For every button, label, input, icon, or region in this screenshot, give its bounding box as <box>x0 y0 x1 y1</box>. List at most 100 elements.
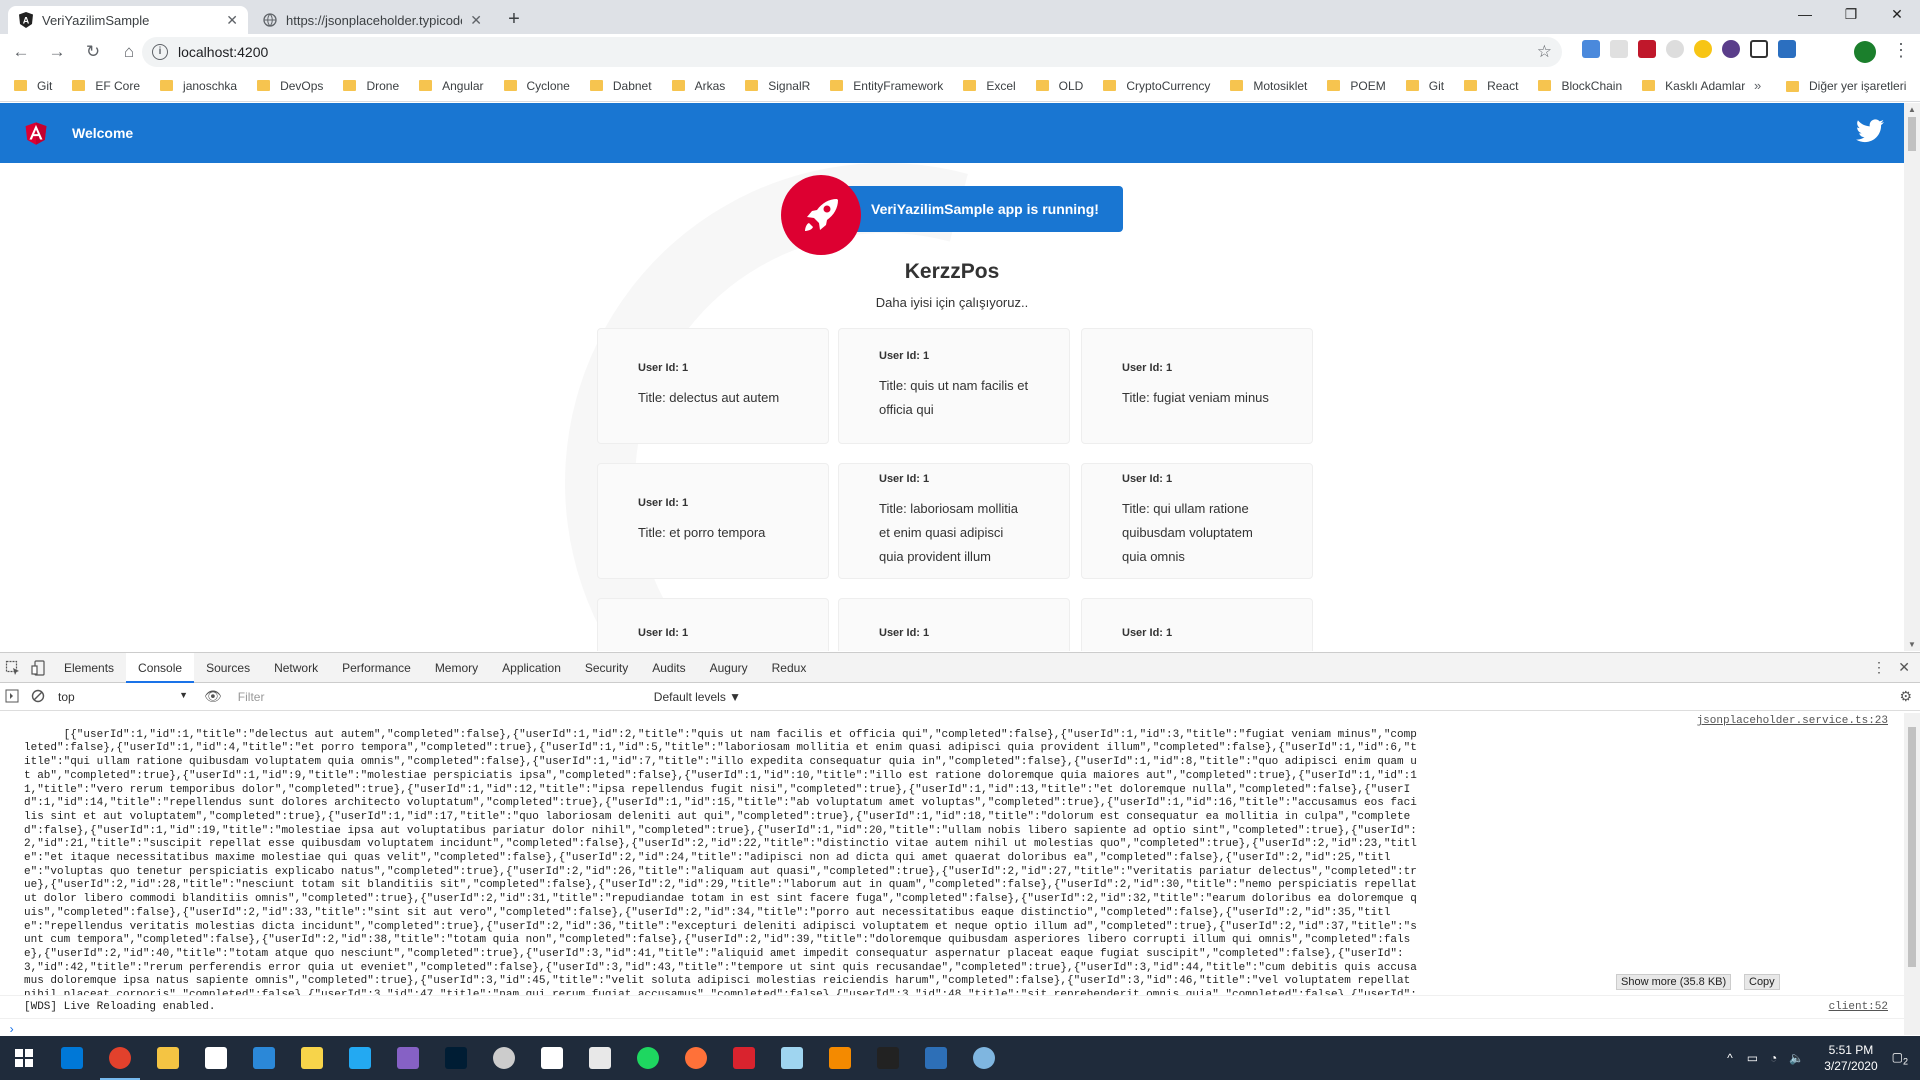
wifi-icon[interactable]: ◔ <box>1770 1051 1777 1065</box>
powershell-icon[interactable] <box>912 1036 960 1080</box>
bookmark-item[interactable]: DevOps <box>257 79 323 93</box>
file-explorer-icon[interactable] <box>144 1036 192 1080</box>
devtools-tab-elements[interactable]: Elements <box>52 653 126 683</box>
extension-icon[interactable] <box>1666 40 1684 58</box>
browser-tab-active[interactable]: A VeriYazilimSample ✕ <box>8 6 248 34</box>
device-toolbar-icon[interactable] <box>31 659 47 676</box>
redux-extension-icon[interactable] <box>1722 40 1740 58</box>
settings-gear-icon[interactable]: ⚙ <box>1899 688 1912 705</box>
devtools-close-icon[interactable]: ✕ <box>1898 659 1910 676</box>
log-source-link[interactable]: client:52 <box>1829 1000 1888 1014</box>
extension-icon[interactable] <box>1694 40 1712 58</box>
bookmark-item[interactable]: EF Core <box>72 79 140 93</box>
system-clock[interactable]: 5:51 PM 3/27/2020 <box>1824 1042 1877 1074</box>
spotify-icon[interactable] <box>624 1036 672 1080</box>
page-scrollbar[interactable]: ▲ ▼ <box>1904 103 1920 651</box>
volume-icon[interactable]: 🔈 <box>1789 1051 1804 1065</box>
devtools-tab-sources[interactable]: Sources <box>194 653 262 683</box>
devtools-tab-redux[interactable]: Redux <box>760 653 819 683</box>
console-scrollbar[interactable] <box>1904 713 1920 1035</box>
chat-icon[interactable] <box>576 1036 624 1080</box>
document-icon[interactable] <box>528 1036 576 1080</box>
clear-console-icon[interactable] <box>31 689 47 705</box>
translate-extension-icon[interactable] <box>1582 40 1600 58</box>
bookmark-item[interactable]: React <box>1464 79 1518 93</box>
chevron-up-icon[interactable]: ^ <box>1727 1051 1733 1065</box>
reload-button[interactable]: ↻ <box>78 37 108 67</box>
forward-button[interactable]: → <box>42 37 72 67</box>
battery-icon[interactable]: ▭ <box>1747 1051 1758 1065</box>
devtools-tab-application[interactable]: Application <box>490 653 573 683</box>
devtools-tab-memory[interactable]: Memory <box>423 653 490 683</box>
shield-extension-icon[interactable] <box>1638 40 1656 58</box>
bookmarks-overflow-button[interactable]: » <box>1754 78 1761 93</box>
log-levels-dropdown[interactable]: Default levels ▼ <box>654 690 741 704</box>
browser-tab[interactable]: https://jsonplaceholder.typicode ✕ <box>252 6 492 34</box>
bookmark-item[interactable]: Kasklı Adamlar <box>1642 79 1745 93</box>
window-close-button[interactable]: ✕ <box>1874 0 1920 30</box>
photoshop-icon[interactable] <box>432 1036 480 1080</box>
devtools-tab-audits[interactable]: Audits <box>640 653 697 683</box>
bookmark-item[interactable]: BlockChain <box>1538 79 1622 93</box>
scroll-down-icon[interactable]: ▼ <box>1908 640 1916 649</box>
bookmark-item[interactable]: Excel <box>963 79 1016 93</box>
bookmark-item[interactable]: POEM <box>1327 79 1386 93</box>
notepad-icon[interactable] <box>768 1036 816 1080</box>
show-more-button[interactable]: Show more (35.8 KB) <box>1616 974 1732 990</box>
chrome-icon[interactable] <box>96 1036 144 1080</box>
bookmark-item[interactable]: Git <box>14 79 52 93</box>
bookmark-item[interactable]: EntityFramework <box>830 79 943 93</box>
bookmark-star-icon[interactable]: ☆ <box>1537 42 1552 62</box>
address-bar[interactable]: i localhost:4200 ☆ <box>142 37 1562 67</box>
context-selector[interactable]: top ▼ <box>58 690 188 704</box>
new-tab-button[interactable]: + <box>500 6 528 34</box>
bookmark-item[interactable]: janoschka <box>160 79 237 93</box>
bookmark-item[interactable]: Cyclone <box>503 79 570 93</box>
devtools-tab-performance[interactable]: Performance <box>330 653 423 683</box>
sticky-notes-icon[interactable] <box>288 1036 336 1080</box>
bookmark-item[interactable]: SignalR <box>745 79 810 93</box>
other-bookmarks[interactable]: Diğer yer işaretleri <box>1786 70 1906 102</box>
vlc-icon[interactable] <box>816 1036 864 1080</box>
extension-icon[interactable] <box>1778 40 1796 58</box>
fiddler-icon[interactable] <box>960 1036 1008 1080</box>
windows-start-icon[interactable] <box>0 1036 48 1080</box>
vscode-icon[interactable] <box>336 1036 384 1080</box>
log-source-link[interactable]: jsonplaceholder.service.ts:23 <box>1697 715 1888 729</box>
edge-icon[interactable] <box>48 1036 96 1080</box>
notification-icon[interactable]: ▢2 <box>1892 1050 1908 1066</box>
twitter-icon[interactable] <box>1856 118 1884 144</box>
bookmark-item[interactable]: Git <box>1405 79 1444 93</box>
bookmark-item[interactable]: OLD <box>1035 79 1083 93</box>
scrollbar-thumb[interactable] <box>1908 117 1916 151</box>
inspect-icon[interactable] <box>5 660 21 676</box>
console-filter-input[interactable]: Filter <box>238 690 638 704</box>
bookmark-item[interactable]: CryptoCurrency <box>1103 79 1210 93</box>
copy-button[interactable]: Copy <box>1744 974 1780 990</box>
scroll-up-icon[interactable]: ▲ <box>1908 105 1916 114</box>
sidebar-toggle-icon[interactable] <box>5 689 21 705</box>
devtools-tab-augury[interactable]: Augury <box>698 653 760 683</box>
info-icon[interactable]: i <box>152 44 168 60</box>
profile-avatar[interactable] <box>1854 41 1876 63</box>
devtools-tab-security[interactable]: Security <box>573 653 640 683</box>
scrollbar-thumb[interactable] <box>1908 727 1916 967</box>
media-icon[interactable] <box>480 1036 528 1080</box>
visual-studio-icon[interactable] <box>384 1036 432 1080</box>
extension-icon[interactable] <box>1610 40 1628 58</box>
bookmark-item[interactable]: Motosiklet <box>1230 79 1307 93</box>
download-icon[interactable] <box>720 1036 768 1080</box>
devtools-tab-network[interactable]: Network <box>262 653 330 683</box>
browser-menu-icon[interactable]: ⋮ <box>1892 40 1910 61</box>
store-icon[interactable] <box>192 1036 240 1080</box>
eye-icon[interactable]: 👁 <box>204 688 222 705</box>
bookmark-item[interactable]: Dabnet <box>589 79 652 93</box>
devtools-menu-icon[interactable]: ⋮ <box>1872 659 1886 676</box>
close-icon[interactable]: ✕ <box>470 12 482 29</box>
minimize-button[interactable]: — <box>1782 0 1828 30</box>
close-icon[interactable]: ✕ <box>226 12 238 29</box>
bookmark-item[interactable]: Angular <box>419 79 484 93</box>
restore-button[interactable]: ❐ <box>1828 0 1874 30</box>
capture-extension-icon[interactable] <box>1750 40 1768 58</box>
back-button[interactable]: ← <box>6 37 36 67</box>
